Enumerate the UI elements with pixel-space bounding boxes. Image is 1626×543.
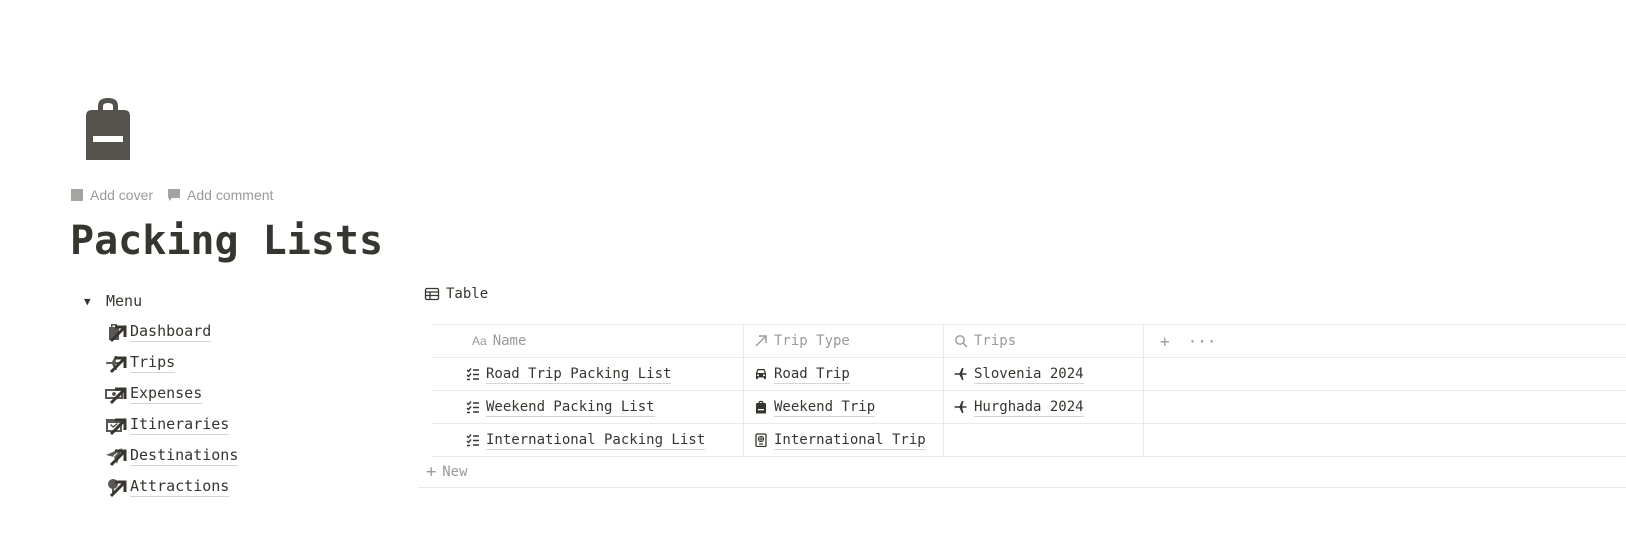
row-name-link[interactable]: Road Trip Packing List [486,365,672,384]
cell-name[interactable]: International Packing List [432,424,744,456]
link-arrow-icon [109,387,127,404]
cell-name[interactable]: Weekend Packing List [432,391,744,423]
add-cover-button[interactable]: Add cover [70,184,153,206]
page-title[interactable]: Packing Lists [70,216,383,266]
menu-list: Dashboard Trips Expenses Itineraries Des… [104,316,239,502]
menu-item-label: Destinations [130,445,239,466]
page-controls: Add cover Add comment [70,184,273,206]
menu-item-itineraries[interactable]: Itineraries [104,409,238,440]
plus-icon: + [426,462,437,482]
add-cover-label: Add cover [90,187,154,203]
checklist-icon [466,367,480,381]
table-row[interactable]: Road Trip Packing List Road Trip Sloveni… [432,358,1626,391]
column-header-label: Trip Type [774,333,850,349]
paper-plane-icon [104,445,127,467]
column-header-name[interactable]: Aa Name [432,325,744,357]
tab-table-label: Table [446,286,489,302]
row-name-link[interactable]: International Packing List [486,431,706,450]
notion-page: Add cover Add comment Packing Lists ▼ Me… [0,0,1626,543]
menu-item-dashboard[interactable]: Dashboard [104,316,238,347]
relation-arrow-icon [754,334,768,348]
trip-type-link[interactable]: Weekend Trip [774,398,876,417]
plane-icon [954,400,968,414]
column-actions: + ··· [1144,325,1626,357]
table-icon [424,287,440,301]
money-icon [104,383,127,405]
cell-empty [1144,391,1626,423]
link-arrow-icon [109,356,127,373]
menu-item-label: Dashboard [130,321,212,342]
row-name-link[interactable]: Weekend Packing List [486,398,655,417]
column-header-label: Trips [974,333,1017,349]
plane-icon [104,352,127,374]
menu-item-label: Expenses [130,383,203,404]
cell-trip-type[interactable]: Road Trip [744,358,944,390]
trip-type-link[interactable]: Road Trip [774,365,850,384]
new-row-button[interactable]: + New [418,457,1626,488]
column-header-trip-type[interactable]: Trip Type [744,325,944,357]
table-row[interactable]: Weekend Packing List Weekend Trip Hurgha… [432,391,1626,424]
menu-toggle[interactable]: ▼ Menu [84,292,142,310]
menu-item-destinations[interactable]: Destinations [104,440,239,471]
passport-icon [754,433,768,447]
backpack-icon [754,400,768,414]
backpack-icon[interactable] [84,96,132,162]
trip-link[interactable]: Hurghada 2024 [974,398,1084,417]
link-arrow-icon [109,480,127,497]
menu-item-attractions[interactable]: Attractions [104,471,238,502]
more-options-icon[interactable]: ··· [1188,332,1217,351]
menu-item-label: Itineraries [130,414,230,435]
search-icon [954,334,968,348]
tab-table[interactable]: Table [424,284,488,304]
table-row[interactable]: International Packing List International… [432,424,1626,457]
cell-trips[interactable]: Slovenia 2024 [944,358,1144,390]
cell-trip-type[interactable]: Weekend Trip [744,391,944,423]
trip-type-link[interactable]: International Trip [774,431,926,450]
checklist-icon [466,400,480,414]
column-header-label: Name [492,333,527,349]
add-comment-button[interactable]: Add comment [167,184,273,206]
add-comment-label: Add comment [187,187,274,203]
plane-icon [954,367,968,381]
menu-item-label: Trips [130,352,176,373]
image-icon [71,189,83,201]
table-header: Aa Name Trip Type Trips + ··· [432,325,1626,358]
triangle-down-icon: ▼ [84,294,91,308]
text-property-icon: Aa [472,334,487,348]
cell-trip-type[interactable]: International Trip [744,424,944,456]
add-property-icon[interactable]: + [1160,332,1170,351]
link-arrow-icon [109,449,127,466]
luggage-icon [104,321,127,343]
menu-item-trips[interactable]: Trips [104,347,238,378]
cell-empty [1144,358,1626,390]
car-icon [754,367,768,381]
calendar-icon [104,414,127,436]
link-arrow-icon [109,325,127,342]
link-arrow-icon [109,418,127,435]
checklist-icon [466,433,480,447]
cell-trips[interactable]: Hurghada 2024 [944,391,1144,423]
menu-item-label: Attractions [130,476,230,497]
comment-icon [168,189,181,201]
trip-link[interactable]: Slovenia 2024 [974,365,1084,384]
cell-empty [1144,424,1626,456]
database-table: Aa Name Trip Type Trips + ··· Road Trip … [418,324,1626,488]
pin-icon [104,476,127,498]
cell-name[interactable]: Road Trip Packing List [432,358,744,390]
menu-toggle-label: Menu [106,292,143,310]
menu-item-expenses[interactable]: Expenses [104,378,238,409]
cell-trips[interactable] [944,424,1144,456]
new-row-label: New [442,464,468,480]
column-header-trips[interactable]: Trips [944,325,1144,357]
